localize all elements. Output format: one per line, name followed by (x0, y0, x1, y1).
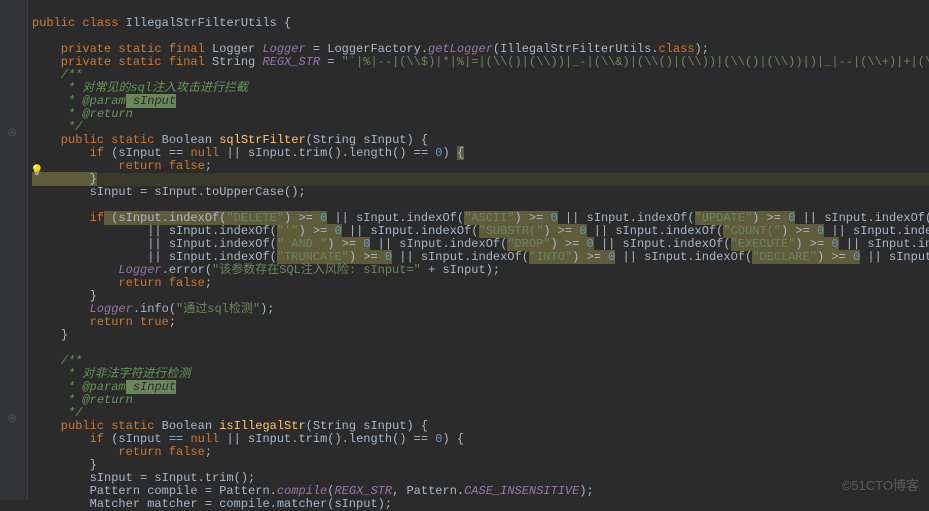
line: * 对常见的sql注入攻击进行拦截 (32, 81, 248, 95)
line: /** (32, 68, 82, 82)
line: */ (32, 406, 82, 420)
line: Logger.info("通过sql检测"); (32, 302, 274, 316)
line: || sInput.indexOf(" AND ") >= 0 || sInpu… (32, 237, 929, 251)
line: */ (32, 120, 82, 134)
intention-bulb-icon[interactable]: 💡 (30, 164, 44, 178)
line: Logger.error("该参数存在SQL注入风险: sInput=" + s… (32, 263, 500, 277)
editor-gutter: ◎ ◎ (0, 0, 28, 500)
line: public static Boolean isIllegalStr(Strin… (32, 419, 428, 433)
line: * @return (32, 393, 133, 407)
watermark: ©51CTO博客 (842, 475, 919, 494)
line: if (sInput == null || sInput.trim().leng… (32, 432, 464, 446)
code-editor[interactable]: public class IllegalStrFilterUtils { pri… (0, 0, 929, 511)
line: return false; (32, 445, 212, 459)
line: Pattern compile = Pattern.compile(REGX_S… (32, 484, 594, 498)
line: /** (32, 354, 82, 368)
line: * @param sInput (32, 380, 176, 394)
line: || sInput.indexOf("'") >= 0 || sInput.in… (32, 224, 929, 238)
line: sInput = sInput.toUpperCase(); (32, 185, 306, 199)
line: Matcher matcher = compile.matcher(sInput… (32, 497, 392, 511)
line (32, 341, 39, 355)
line: } (32, 328, 68, 342)
line: sInput = sInput.trim(); (32, 471, 255, 485)
override-icon[interactable]: ◎ (8, 127, 20, 139)
line (32, 198, 39, 212)
line: * 对非法字符进行检测 (32, 367, 190, 381)
line: return true; (32, 315, 176, 329)
line: public static Boolean sqlStrFilter(Strin… (32, 133, 428, 147)
line: private static final String REGX_STR = "… (32, 55, 929, 69)
line: * @param sInput (32, 94, 176, 108)
line: return false; (32, 159, 212, 173)
line: private static final Logger Logger = Log… (32, 42, 709, 56)
line: * @return (32, 107, 133, 121)
line: return false; (32, 276, 212, 290)
line: if (sInput.indexOf("DELETE") >= 0 || sIn… (32, 211, 929, 225)
line: if (sInput == null || sInput.trim().leng… (32, 146, 464, 160)
line: || sInput.indexOf("TRUNCATE") >= 0 || sI… (32, 250, 929, 264)
line: } (32, 289, 97, 303)
line: public class IllegalStrFilterUtils { (32, 16, 291, 30)
line (32, 29, 39, 43)
override-icon[interactable]: ◎ (8, 413, 20, 425)
line: } (32, 458, 97, 472)
